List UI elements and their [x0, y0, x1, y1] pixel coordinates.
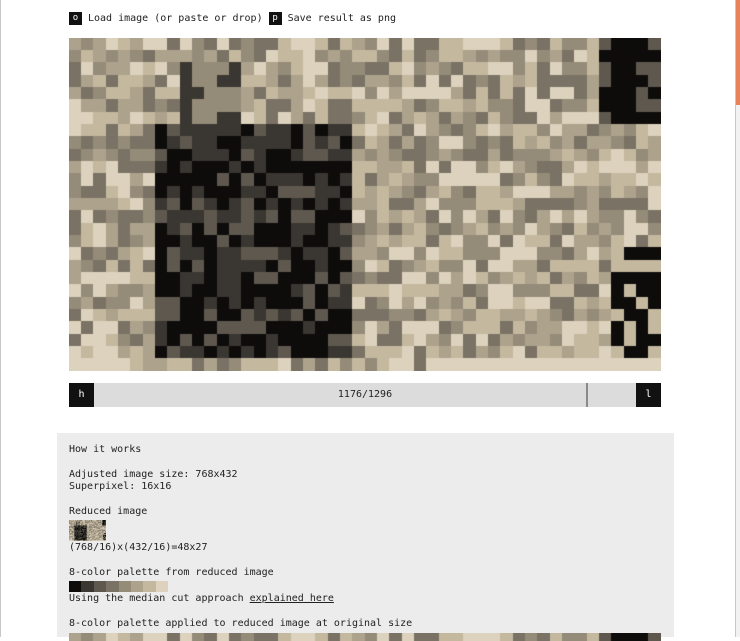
- median-cut-text: Using the median cut approach: [69, 593, 250, 604]
- load-key-badge[interactable]: o: [69, 12, 82, 25]
- save-key-badge[interactable]: p: [268, 12, 282, 25]
- median-cut-line: Using the median cut approach explained …: [69, 593, 661, 605]
- progress-value: 1176/1296: [337, 389, 393, 400]
- palette-swatch: [155, 581, 169, 592]
- progress-slider[interactable]: 1176/1296 h l: [69, 383, 661, 407]
- applied-palette-image: [69, 633, 661, 641]
- pixelated-image-canvas[interactable]: [69, 38, 661, 371]
- how-it-works-panel: How it works Adjusted image size: 768x43…: [57, 433, 674, 641]
- save-png-button[interactable]: Save result as png: [288, 12, 396, 25]
- superpixel-text: Superpixel: 16x16: [69, 481, 172, 492]
- prev-key-button[interactable]: h: [69, 383, 94, 407]
- palette-heading: 8-color palette from reduced image: [69, 567, 274, 578]
- palette-swatch: [143, 581, 156, 592]
- reduced-image-thumbnail: [69, 520, 106, 541]
- reduced-formula-text: (768/16)x(432/16)=48x27: [69, 542, 208, 553]
- palette-swatch: [69, 581, 82, 592]
- reduced-image-heading: Reduced image: [69, 506, 148, 517]
- palette-swatch: [118, 581, 131, 592]
- toolbar: o Load image (or paste or drop) p Save r…: [69, 12, 396, 25]
- applied-heading: 8-color palette applied to reduced image…: [69, 618, 413, 629]
- palette-swatch: [81, 581, 94, 592]
- explained-here-link[interactable]: explained here: [250, 593, 334, 604]
- next-key-button[interactable]: l: [636, 383, 661, 407]
- how-it-works-heading: How it works: [69, 444, 142, 455]
- adjusted-size-text: Adjusted image size: 768x432: [69, 469, 238, 480]
- progress-marker[interactable]: [586, 383, 588, 407]
- palette-swatch: [93, 581, 107, 592]
- scrollbar[interactable]: [736, 0, 740, 637]
- color-palette: [69, 581, 661, 592]
- palette-swatch: [106, 581, 119, 592]
- load-image-button[interactable]: Load image (or paste or drop): [88, 12, 263, 25]
- palette-swatch: [130, 581, 144, 592]
- scrollbar-thumb[interactable]: [736, 0, 740, 105]
